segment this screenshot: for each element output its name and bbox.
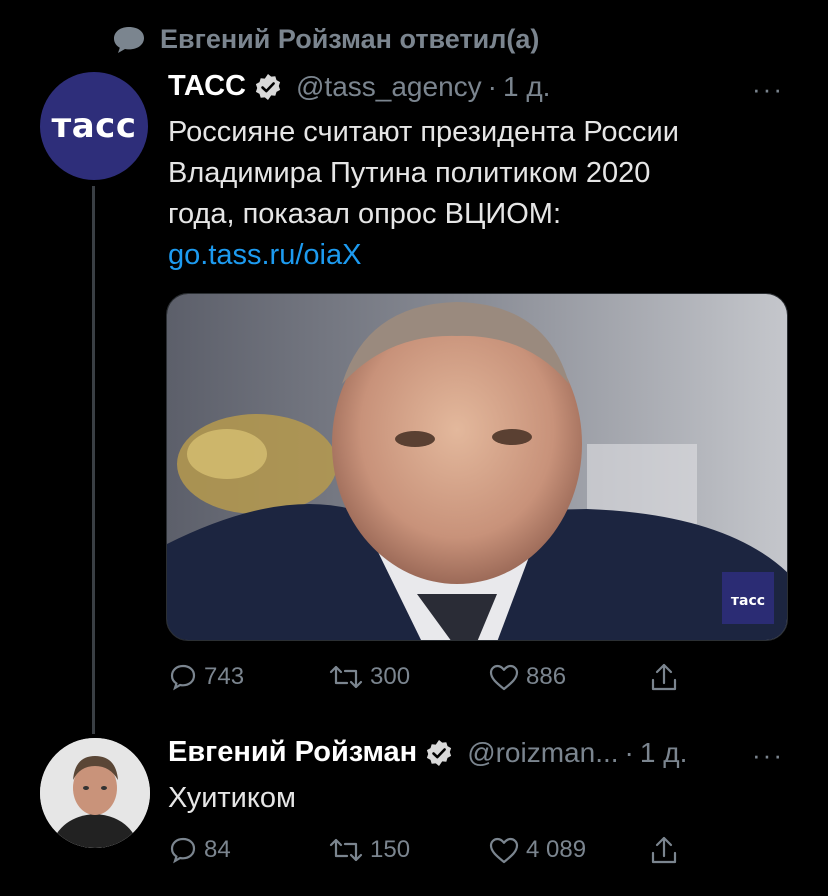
tweet1-text-line: года, показал опрос ВЦИОМ: <box>168 198 562 230</box>
like-count: 4 089 <box>526 836 587 863</box>
reply-button[interactable]: 743 <box>168 662 328 692</box>
share-icon <box>651 836 677 864</box>
reply-context-text: Евгений Ройзман ответил(а) <box>160 24 540 54</box>
tweet2-separator: · <box>624 736 634 768</box>
tweet1-header: ТАСС @tass_agency · 1 д. <box>168 70 550 103</box>
tweet2-text: Хуитиком <box>168 782 296 814</box>
heart-icon <box>489 837 519 864</box>
reply-context: Евгений Ройзман ответил(а) <box>112 24 539 55</box>
tweet1-separator: · <box>487 70 497 102</box>
verified-badge-icon <box>255 73 281 100</box>
share-button[interactable] <box>648 661 686 693</box>
speech-bubble-icon <box>114 26 144 53</box>
tweet1-more-button[interactable]: ··· <box>752 74 784 105</box>
like-count: 886 <box>526 663 567 690</box>
tweet1-text-line: Владимира Путина политиком 2020 <box>168 157 651 189</box>
heart-icon <box>489 664 519 691</box>
tass-avatar[interactable]: тасс <box>40 72 148 180</box>
tweet2-more-button[interactable]: ··· <box>752 740 784 771</box>
verified-badge-icon <box>427 739 452 766</box>
tweet1-actions: 743 300 886 <box>168 661 686 693</box>
tweet1-author-name[interactable]: ТАСС <box>168 70 246 103</box>
reply-count: 84 <box>204 836 231 863</box>
tweet2-actions: 84 150 4 089 <box>168 834 686 866</box>
tweet2-header: Евгений Ройзман @roizman... · 1 д. <box>168 736 687 769</box>
retweet-button[interactable]: 150 <box>328 835 488 865</box>
reply-count: 743 <box>204 663 245 690</box>
thread-line <box>92 186 95 734</box>
retweet-button[interactable]: 300 <box>328 662 488 692</box>
retweet-count: 150 <box>370 836 411 863</box>
tweet1-timestamp[interactable]: 1 д. <box>503 71 550 103</box>
roizman-avatar-photo <box>40 738 150 848</box>
tweet2-timestamp[interactable]: 1 д. <box>640 737 687 769</box>
tweet1-link[interactable]: go.tass.ru/oiaX <box>168 235 679 276</box>
tass-avatar-logo: тасс <box>51 106 137 146</box>
tweet1-text-line: Россияне считают президента России <box>168 116 679 148</box>
share-icon <box>651 663 677 691</box>
retweet-icon <box>329 838 363 862</box>
tweet1-media-image[interactable]: тасс <box>166 293 788 641</box>
media-watermark: тасс <box>731 593 765 609</box>
tweet2-author-name[interactable]: Евгений Ройзман <box>168 736 417 769</box>
photo-illustration: тасс <box>167 294 787 640</box>
reply-button[interactable]: 84 <box>168 835 328 865</box>
tweet1-text: Россияне считают президента России Влади… <box>168 112 679 276</box>
like-button[interactable]: 4 089 <box>488 835 648 865</box>
roizman-avatar[interactable] <box>40 738 150 848</box>
like-button[interactable]: 886 <box>488 662 648 692</box>
retweet-count: 300 <box>370 663 411 690</box>
reply-icon <box>170 837 196 864</box>
share-button[interactable] <box>648 834 686 866</box>
retweet-icon <box>329 665 363 689</box>
tweet2-author-handle[interactable]: @roizman... <box>467 737 618 769</box>
tweet1-author-handle[interactable]: @tass_agency <box>296 71 482 103</box>
reply-icon <box>170 664 196 691</box>
